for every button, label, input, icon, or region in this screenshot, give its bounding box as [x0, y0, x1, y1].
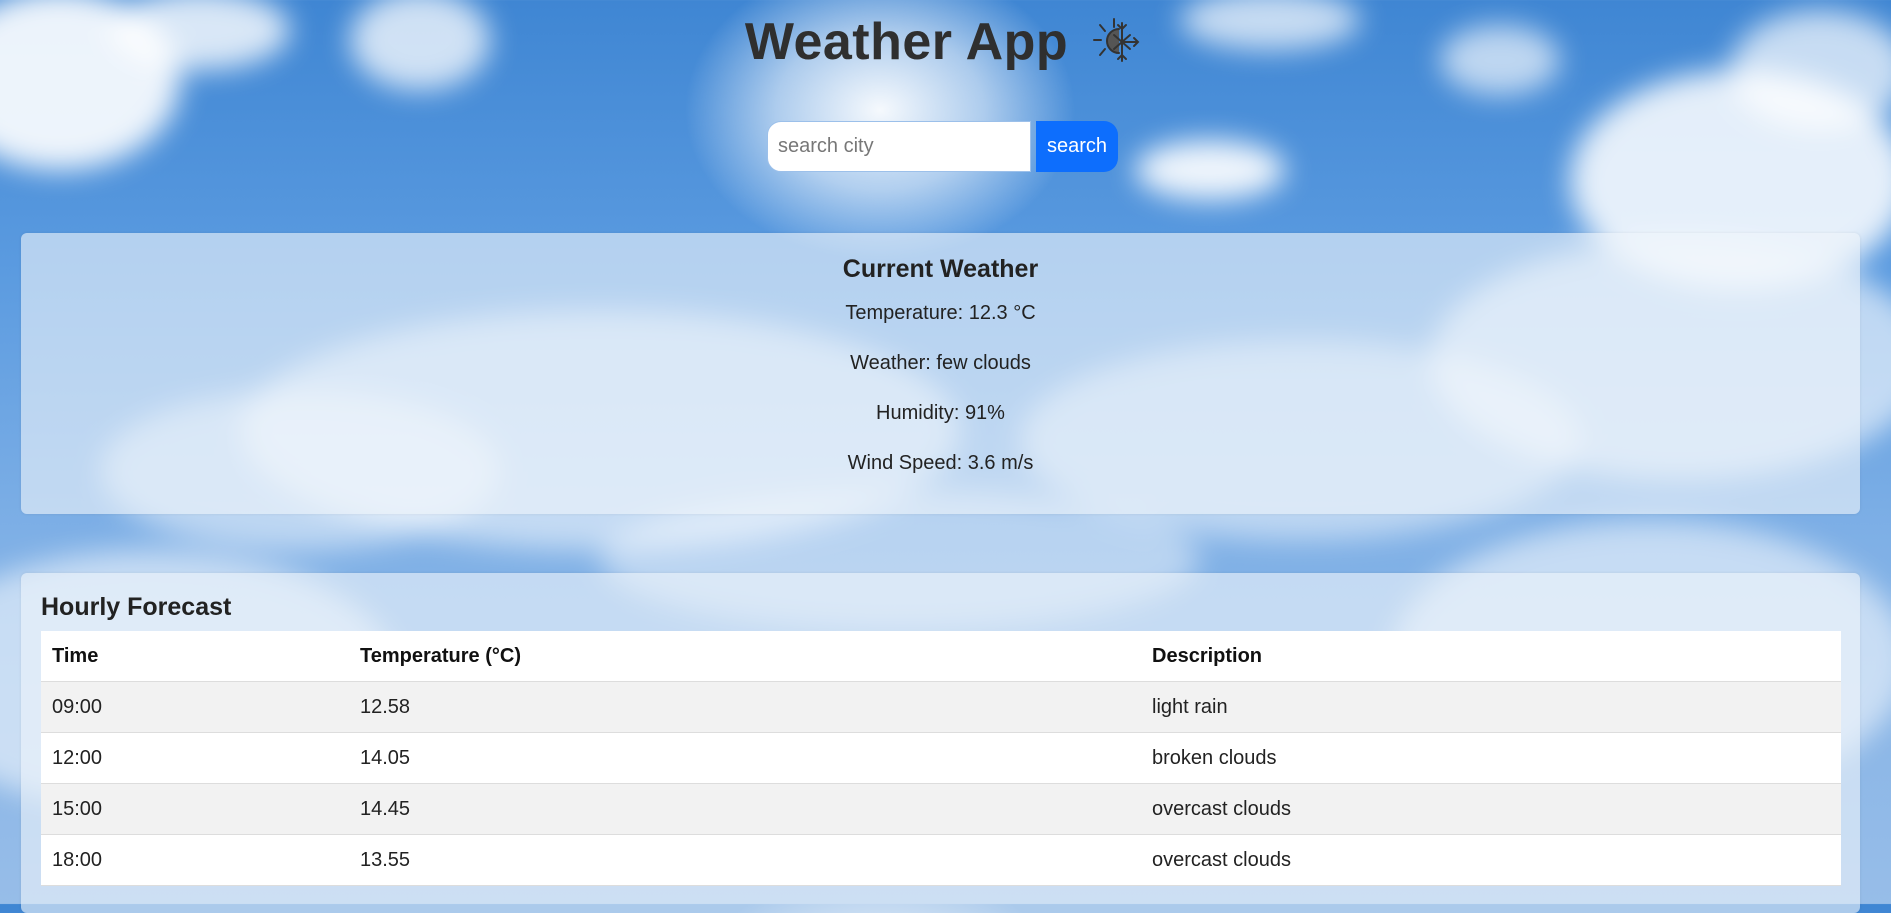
time-cell: 09:00	[41, 681, 349, 733]
sun-snowflake-icon	[1092, 15, 1146, 69]
hourly-forecast-title: Hourly Forecast	[41, 593, 232, 621]
search-button[interactable]: search	[1036, 121, 1118, 172]
column-header-time: Time	[41, 631, 349, 682]
column-header-temperature: Temperature (°C)	[349, 631, 1141, 682]
temperature-cell: 13.55	[349, 834, 1141, 886]
time-cell: 12:00	[41, 732, 349, 784]
description-cell: overcast clouds	[1141, 834, 1841, 886]
hourly-forecast-card: Hourly Forecast Time Temperature (°C) De…	[21, 573, 1860, 913]
app-header: Weather App	[0, 0, 1891, 84]
search-bar: search	[767, 121, 1118, 172]
description-cell: overcast clouds	[1141, 783, 1841, 835]
app-title: Weather App	[744, 13, 1069, 71]
column-header-description: Description	[1141, 631, 1841, 682]
search-input[interactable]	[767, 121, 1031, 172]
description-cell: light rain	[1141, 681, 1841, 733]
temperature-cell: 12.58	[349, 681, 1141, 733]
table-row: 09:00 12.58 light rain	[41, 681, 1841, 733]
table-row: 15:00 14.45 overcast clouds	[41, 783, 1841, 835]
table-row: 18:00 13.55 overcast clouds	[41, 834, 1841, 886]
temperature-cell: 14.05	[349, 732, 1141, 784]
wind-speed-text: Wind Speed: 3.6 m/s	[847, 452, 1034, 474]
time-cell: 15:00	[41, 783, 349, 835]
description-cell: broken clouds	[1141, 732, 1841, 784]
weather-description-text: Weather: few clouds	[850, 352, 1031, 374]
temperature-text: Temperature: 12.3 °C	[845, 302, 1036, 324]
humidity-text: Humidity: 91%	[876, 402, 1005, 424]
hourly-forecast-table: Time Temperature (°C) Description 09:00 …	[41, 631, 1841, 886]
time-cell: 18:00	[41, 834, 349, 886]
table-row: 12:00 14.05 broken clouds	[41, 732, 1841, 784]
temperature-cell: 14.45	[349, 783, 1141, 835]
current-weather-title: Current Weather	[842, 255, 1039, 283]
table-header-row: Time Temperature (°C) Description	[41, 631, 1841, 682]
current-weather-card: Current Weather Temperature: 12.3 °C Wea…	[21, 233, 1860, 514]
